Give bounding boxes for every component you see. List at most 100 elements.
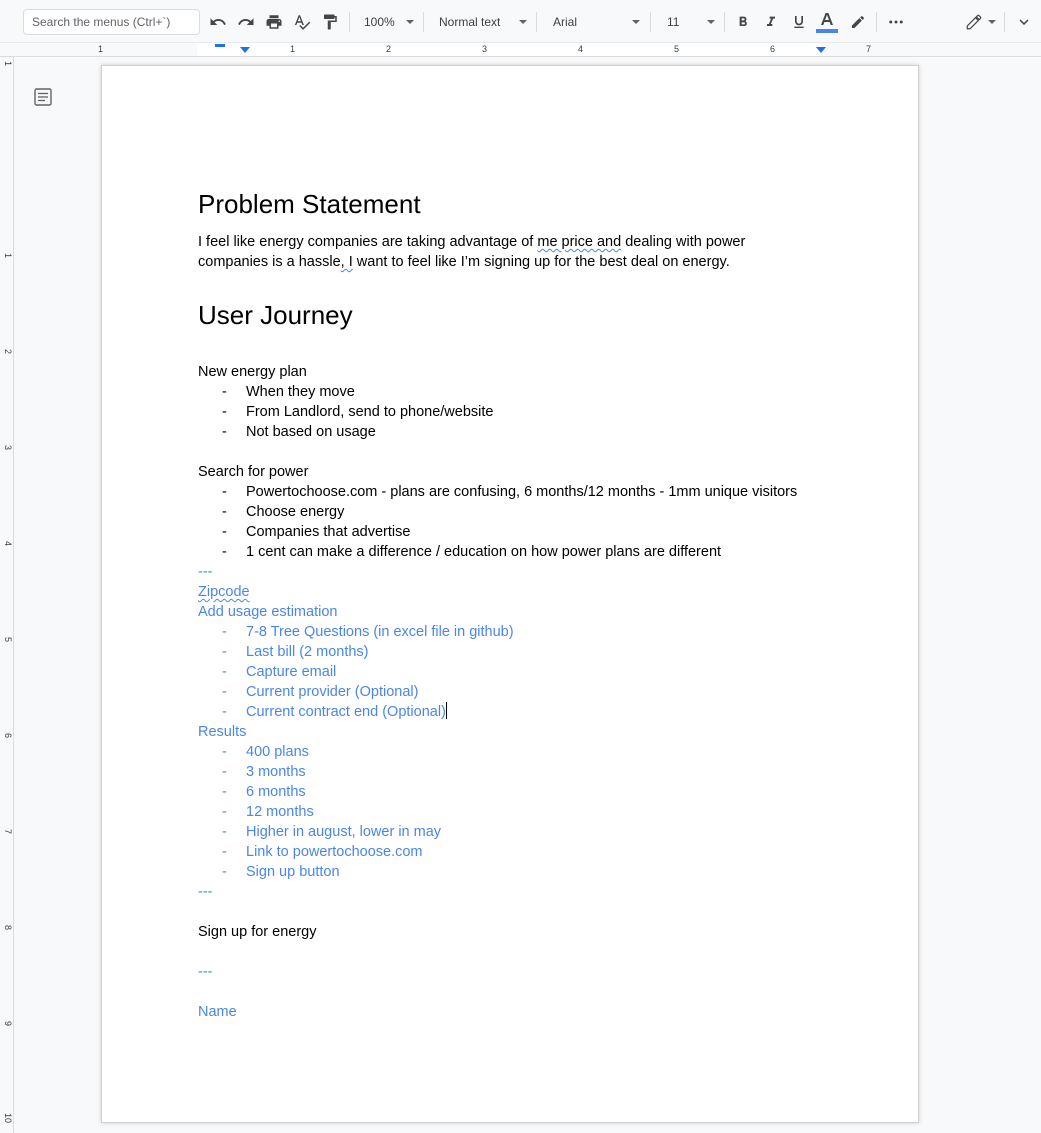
spellcheck-icon[interactable] [291, 9, 313, 35]
list-item-text: Companies that advertise [246, 524, 411, 540]
paragraph-new-energy-plan: New energy plan [198, 364, 307, 380]
editing-mode-pencil-icon[interactable] [963, 9, 985, 35]
more-icon[interactable] [884, 9, 908, 35]
name-text: Name [198, 1004, 237, 1020]
vruler-number: 6 [3, 733, 13, 739]
list-item-text: 7-8 Tree Questions (in excel file in git… [246, 624, 514, 640]
list-dash: - [222, 644, 227, 660]
redo-icon[interactable] [235, 9, 257, 35]
spelling-flagged-text[interactable]: me price and [537, 234, 621, 250]
style-chevron-down-icon[interactable] [519, 20, 527, 24]
list-item-text: Current contract end (Optional) [246, 702, 447, 722]
list-dash: - [222, 384, 227, 400]
text-run: I feel like energy companies are taking … [198, 234, 538, 250]
list-dash: - [222, 524, 227, 540]
list-item-text: Last bill (2 months) [246, 644, 369, 660]
sign-up-for-energy-text: Sign up for energy [198, 924, 317, 940]
vruler-number: 10 [3, 1113, 13, 1124]
separator-text: --- [198, 964, 213, 980]
text-color-icon[interactable] [816, 9, 838, 35]
list-dash: - [222, 504, 227, 520]
list-item-text: 6 months [246, 784, 306, 800]
heading-problem-statement: Problem Statement [198, 189, 421, 219]
paragraph-line: I feel like energy companies are taking … [198, 232, 745, 252]
add-usage-estimation-text: Add usage estimation [198, 604, 338, 620]
list-item-text: Link to powertochoose.com [246, 844, 423, 860]
document-page[interactable]: Problem Statement I feel like energy com… [102, 66, 918, 1122]
font-size-chevron-down-icon[interactable] [707, 20, 715, 24]
vruler-number: 1 [3, 253, 13, 259]
editing-mode-chevron-down-icon[interactable] [988, 20, 996, 24]
left-indent-marker[interactable] [240, 47, 250, 53]
heading-user-journey: User Journey [198, 300, 353, 330]
list-item-text: Higher in august, lower in may [246, 824, 442, 840]
search-menus-input[interactable]: Search the menus (Ctrl+`) [23, 9, 200, 35]
font-select[interactable]: Arial [553, 9, 577, 35]
vruler-number: 8 [3, 925, 13, 931]
zoom-chevron-down-icon[interactable] [406, 20, 414, 24]
vruler-number: 5 [3, 637, 13, 643]
text-run: companies is a hassle [198, 254, 341, 270]
list-item-text: Not based on usage [246, 424, 376, 440]
ruler-number: 2 [386, 44, 392, 54]
toolbar-divider [1004, 12, 1005, 32]
first-line-indent-marker[interactable] [215, 44, 225, 47]
ruler-number: 6 [770, 44, 776, 54]
collapse-toolbar-chevron-icon[interactable] [1013, 9, 1035, 35]
list-item-text: Powertochoose.com - plans are confusing,… [246, 484, 798, 500]
spelling-flagged-text[interactable]: , I [341, 254, 353, 270]
list-item-text: From Landlord, send to phone/website [246, 404, 494, 420]
list-dash: - [222, 424, 227, 440]
list-item-text: Choose energy [246, 504, 345, 520]
results-text: Results [198, 724, 247, 740]
toolbar-divider [536, 12, 537, 32]
paint-format-icon[interactable] [319, 9, 341, 35]
vruler-number: 2 [3, 349, 13, 355]
undo-icon[interactable] [207, 9, 229, 35]
toolbar-divider [650, 12, 651, 32]
list-item-text-run: Current contract end (Optional) [246, 704, 446, 720]
spelling-flagged-text[interactable]: Zipcode [198, 584, 250, 600]
list-dash: - [222, 804, 227, 820]
toolbar-divider [876, 12, 877, 32]
list-item-text: 12 months [246, 804, 314, 820]
list-dash: - [222, 744, 227, 760]
bold-icon[interactable] [733, 9, 753, 35]
toolbar-divider [349, 12, 350, 32]
list-item-text: 3 months [246, 764, 306, 780]
horizontal-ruler[interactable]: 1 1 2 3 4 5 6 7 [0, 43, 1041, 57]
list-item-text: Capture email [246, 664, 337, 680]
list-dash: - [222, 864, 227, 880]
paragraph-search-for-power: Search for power [198, 464, 309, 480]
document-outline-icon[interactable] [33, 87, 53, 107]
vruler-number: 1 [3, 61, 13, 67]
highlight-icon[interactable] [848, 9, 868, 35]
print-icon[interactable] [263, 9, 285, 35]
vruler-number: 3 [3, 445, 13, 451]
font-size-select[interactable]: 11 [667, 9, 679, 35]
ruler-number: 1 [98, 44, 104, 54]
list-dash: - [222, 544, 227, 560]
list-dash: - [222, 404, 227, 420]
ruler-number: 4 [578, 44, 584, 54]
zoom-select[interactable]: 100% [364, 9, 395, 35]
list-dash: - [222, 624, 227, 640]
zipcode-text: Zipcode [198, 582, 250, 602]
vruler-number: 4 [3, 541, 13, 547]
list-dash: - [222, 484, 227, 500]
list-item-text: 1 cent can make a difference / education… [246, 544, 722, 560]
list-item-text: Sign up button [246, 864, 340, 880]
ruler-number: 5 [674, 44, 680, 54]
right-indent-marker[interactable] [816, 47, 826, 53]
style-select[interactable]: Normal text [439, 9, 500, 35]
text-run: dealing with power [621, 234, 746, 250]
vertical-ruler[interactable]: 1 1 2 3 4 5 6 7 8 9 10 [0, 57, 14, 1133]
list-dash: - [222, 824, 227, 840]
underline-icon[interactable] [789, 9, 809, 35]
vruler-number: 7 [3, 829, 13, 835]
italic-icon[interactable] [761, 9, 781, 35]
font-chevron-down-icon[interactable] [632, 20, 640, 24]
toolbar-divider [423, 12, 424, 32]
list-item-text: When they move [246, 384, 355, 400]
list-dash: - [222, 764, 227, 780]
